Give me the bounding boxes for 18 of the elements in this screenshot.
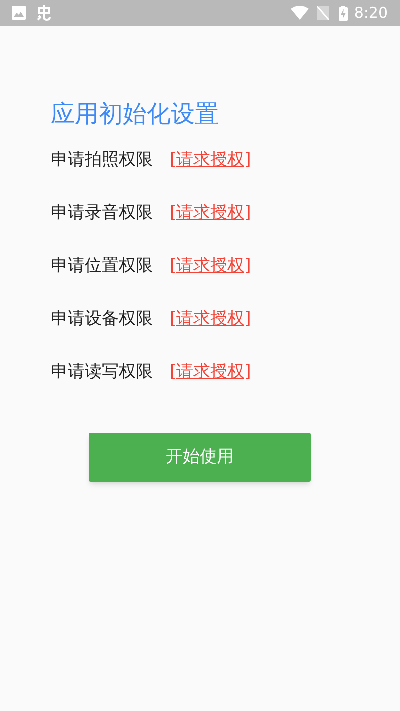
permission-label: 申请录音权限 xyxy=(51,202,153,225)
page-title: 应用初始化设置 xyxy=(51,99,219,130)
request-authorization-link[interactable]: [请求授权] xyxy=(170,200,252,226)
request-authorization-link[interactable]: [请求授权] xyxy=(170,306,252,332)
permission-label: 申请读写权限 xyxy=(51,360,153,384)
image-icon xyxy=(12,6,26,20)
app-notification-icon xyxy=(36,4,52,22)
permission-label: 申请拍照权限 xyxy=(51,148,153,172)
no-sim-icon xyxy=(317,6,330,20)
request-authorization-link[interactable]: [请求授权] xyxy=(170,148,252,174)
permission-label: 申请设备权限 xyxy=(51,308,153,331)
start-button[interactable]: 开始使用 xyxy=(89,433,311,482)
battery-charging-icon xyxy=(339,6,348,20)
clock-time: 8:20 xyxy=(354,2,388,24)
wifi-icon xyxy=(291,6,310,20)
request-authorization-link[interactable]: [请求授权] xyxy=(170,360,252,386)
request-authorization-link[interactable]: [请求授权] xyxy=(170,254,252,280)
permission-label: 申请位置权限 xyxy=(51,254,153,278)
